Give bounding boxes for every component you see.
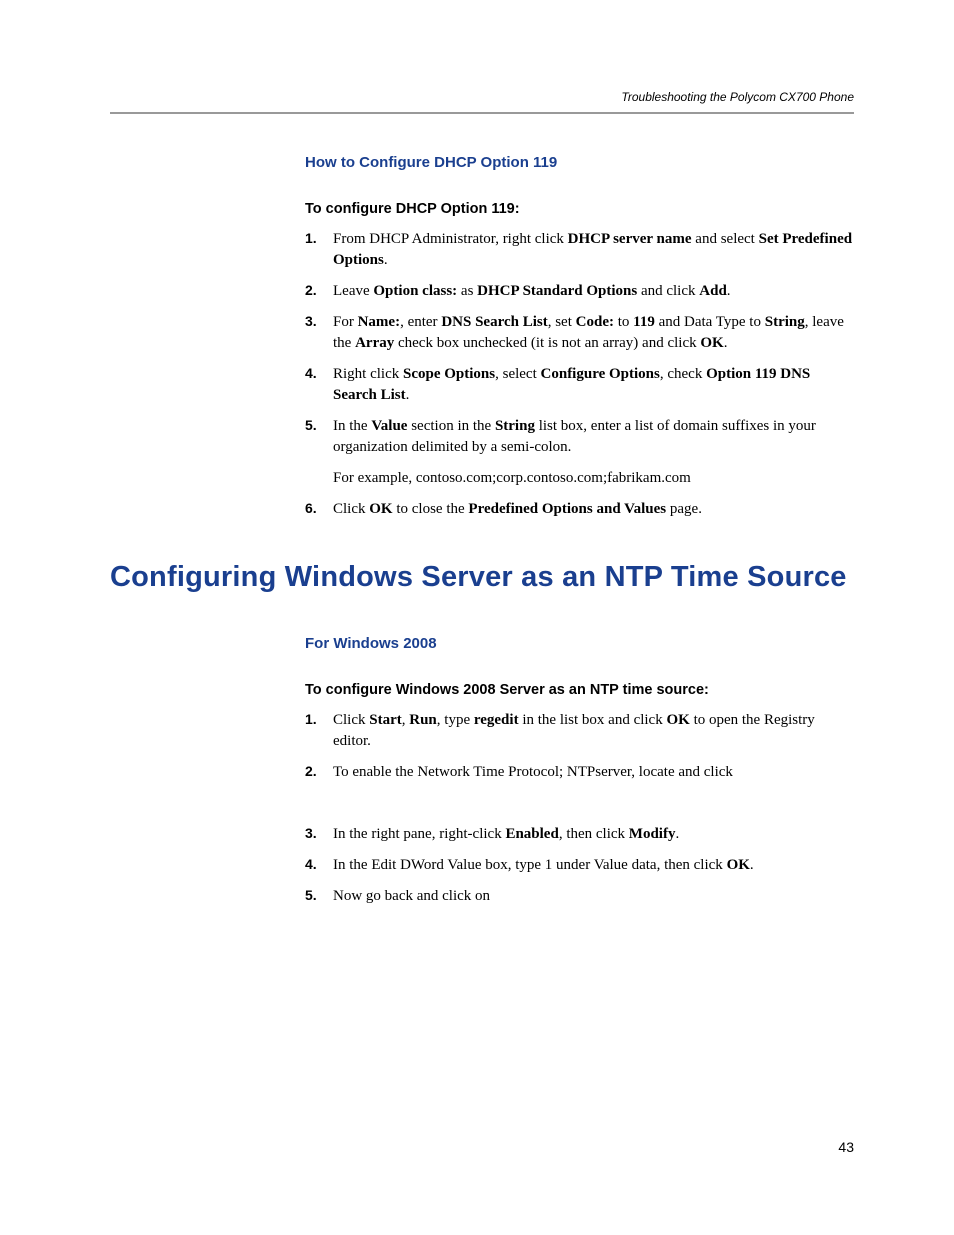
steps-dhcp: From DHCP Administrator, right click DHC…	[305, 229, 854, 520]
step-item: Leave Option class: as DHCP Standard Opt…	[305, 281, 854, 302]
step-item: To enable the Network Time Protocol; NTP…	[305, 762, 854, 814]
content-block-2: For Windows 2008 To configure Windows 20…	[305, 635, 854, 907]
step-item: In the Edit DWord Value box, type 1 unde…	[305, 855, 854, 876]
header-rule	[110, 112, 854, 114]
step-item: For Name:, enter DNS Search List, set Co…	[305, 312, 854, 354]
section-title-win2008: For Windows 2008	[305, 635, 854, 652]
lead-ntp: To configure Windows 2008 Server as an N…	[305, 682, 854, 698]
lead-dhcp: To configure DHCP Option 119:	[305, 201, 854, 217]
page-number: 43	[838, 1139, 854, 1155]
step-item: In the Value section in the String list …	[305, 416, 854, 489]
running-header: Troubleshooting the Polycom CX700 Phone	[110, 90, 854, 104]
section-title-dhcp: How to Configure DHCP Option 119	[305, 154, 854, 171]
step-item: Click Start, Run, type regedit in the li…	[305, 710, 854, 752]
step-item: Right click Scope Options, select Config…	[305, 364, 854, 406]
step-item: From DHCP Administrator, right click DHC…	[305, 229, 854, 271]
step-item: Now go back and click on	[305, 886, 854, 907]
step-item: Click OK to close the Predefined Options…	[305, 499, 854, 520]
content-block-1: How to Configure DHCP Option 119 To conf…	[305, 154, 854, 520]
page: Troubleshooting the Polycom CX700 Phone …	[0, 0, 954, 1235]
heading-ntp: Configuring Windows Server as an NTP Tim…	[110, 560, 854, 595]
step-item: In the right pane, right-click Enabled, …	[305, 824, 854, 845]
steps-ntp: Click Start, Run, type regedit in the li…	[305, 710, 854, 907]
